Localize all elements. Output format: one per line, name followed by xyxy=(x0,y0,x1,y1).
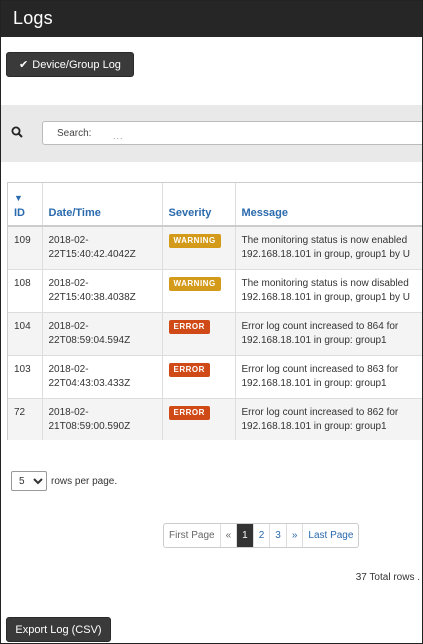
logs-table: ▼ ID Date/Time Severity Message 109 2018… xyxy=(7,182,422,440)
checkmark-icon: ✔ xyxy=(19,59,29,71)
cell-datetime: 2018-02- 22T15:40:38.4038Z xyxy=(42,269,163,313)
severity-badge: ERROR xyxy=(168,405,210,420)
cell-datetime: 2018-02- 22T08:59:04.594Z xyxy=(42,312,163,356)
prev-page-button[interactable]: « xyxy=(221,524,238,547)
cell-message: The monitoring status is now disabled 192… xyxy=(235,269,422,313)
search-bar: ... xyxy=(1,105,422,162)
search-placeholder-dots: ... xyxy=(113,131,124,141)
table-row[interactable]: 109 2018-02- 22T15:40:42.4042Z WARNING Th… xyxy=(8,226,422,270)
cell-id: 109 xyxy=(8,226,43,270)
search-input[interactable] xyxy=(42,121,422,145)
total-rows: 37 Total rows . xyxy=(355,572,420,583)
cell-message: Error log count increased to 863 for 192.… xyxy=(235,355,422,399)
cell-id: 103 xyxy=(8,355,43,399)
table-row[interactable]: 72 2018-02- 21T08:59:00.590Z ERROR Error … xyxy=(8,398,422,440)
column-header-message[interactable]: Message xyxy=(235,183,422,227)
cell-severity: ERROR xyxy=(162,355,236,399)
cell-message: Error log count increased to 862 for 192.… xyxy=(235,398,422,440)
device-group-log-label: Device/Group Log xyxy=(32,58,121,71)
export-log-button[interactable]: Export Log (CSV) xyxy=(6,617,111,642)
cell-message: Error log count increased to 864 for 192.… xyxy=(235,312,422,356)
cell-severity: WARNING xyxy=(162,226,236,270)
severity-badge: WARNING xyxy=(168,276,221,291)
cell-id: 108 xyxy=(8,269,43,313)
rows-per-page-select[interactable]: 5 xyxy=(11,471,47,491)
pagination: First Page « 1 2 3 » Last Page xyxy=(163,523,360,548)
column-header-severity[interactable]: Severity xyxy=(162,183,236,227)
cell-id: 104 xyxy=(8,312,43,356)
cell-datetime: 2018-02- 22T04:43:03.433Z xyxy=(42,355,163,399)
cell-severity: ERROR xyxy=(162,398,236,440)
cell-datetime: 2018-02- 22T15:40:42.4042Z xyxy=(42,226,163,270)
severity-badge: ERROR xyxy=(168,319,210,334)
cell-severity: ERROR xyxy=(162,312,236,356)
last-page-button[interactable]: Last Page xyxy=(303,524,358,547)
severity-badge: ERROR xyxy=(168,362,210,377)
severity-badge: WARNING xyxy=(168,234,221,248)
sort-desc-icon: ▼ xyxy=(14,193,23,203)
cell-message: The monitoring status is now enabled 192.… xyxy=(235,226,422,270)
rows-per-page: 5 rows per page. xyxy=(11,471,117,491)
page-button-1[interactable]: 1 xyxy=(237,524,254,547)
column-header-datetime[interactable]: Date/Time xyxy=(42,183,163,227)
page-button-3[interactable]: 3 xyxy=(270,524,287,547)
next-page-button[interactable]: » xyxy=(287,524,304,547)
cell-severity: WARNING xyxy=(162,269,236,313)
search-icon xyxy=(11,126,23,138)
table-row[interactable]: 103 2018-02- 22T04:43:03.433Z ERROR Error… xyxy=(8,355,422,399)
logs-window: Logs ✔ Device/Group Log ... ▼ ID Date/ xyxy=(0,0,423,644)
first-page-button[interactable]: First Page xyxy=(164,524,221,547)
device-group-log-button[interactable]: ✔ Device/Group Log xyxy=(6,52,134,77)
page-button-2[interactable]: 2 xyxy=(254,524,271,547)
page-title: Logs xyxy=(13,8,53,28)
cell-datetime: 2018-02- 21T08:59:00.590Z xyxy=(42,398,163,440)
title-bar: Logs xyxy=(1,1,422,37)
column-header-id[interactable]: ▼ ID xyxy=(8,183,43,227)
table-row[interactable]: 104 2018-02- 22T08:59:04.594Z ERROR Error… xyxy=(8,312,422,356)
rows-per-page-label: rows per page. xyxy=(51,475,118,487)
table-header-row: ▼ ID Date/Time Severity Message xyxy=(8,183,422,227)
table-row[interactable]: 108 2018-02- 22T15:40:38.4038Z WARNING Th… xyxy=(8,269,422,313)
cell-id: 72 xyxy=(8,398,43,440)
